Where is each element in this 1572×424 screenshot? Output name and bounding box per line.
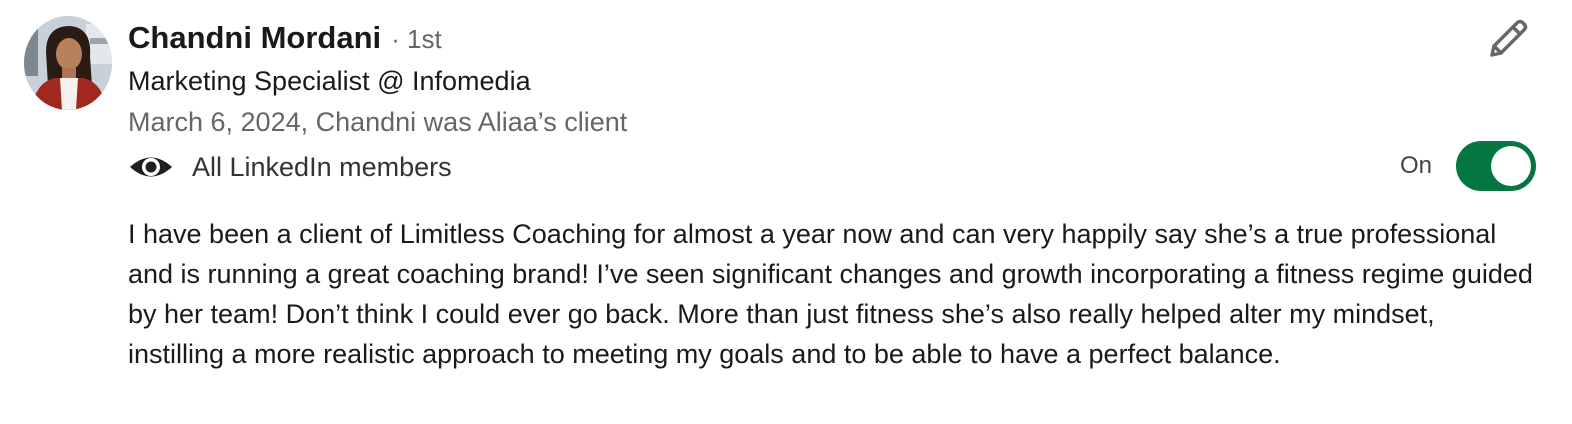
recommender-name[interactable]: Chandni Mordani [128,20,381,56]
pencil-icon [1490,19,1528,57]
connection-degree: · 1st [391,24,442,54]
visibility-setting: All LinkedIn members [128,146,452,188]
profile-photo [24,16,112,110]
toggle-label: On [1400,152,1433,179]
visibility-toggle[interactable] [1456,141,1537,191]
eye-icon [130,157,172,177]
edit-button[interactable] [1484,17,1530,63]
recommender-headline: Marketing Specialist @ Infomedia [128,66,531,96]
visibility-label: All LinkedIn members [192,151,452,182]
recommendation-card: Chandni Mordani · 1st Marketing Speciali… [0,0,1572,424]
avatar[interactable] [24,16,112,110]
recommendation-meta: March 6, 2024, Chandni was Aliaa’s clien… [128,107,628,137]
recommender-header: Chandni Mordani · 1st [128,20,442,60]
visibility-toggle-group: On [1400,141,1537,191]
toggle-knob [1491,146,1532,186]
recommendation-text: I have been a client of Limitless Coachi… [128,219,1533,369]
